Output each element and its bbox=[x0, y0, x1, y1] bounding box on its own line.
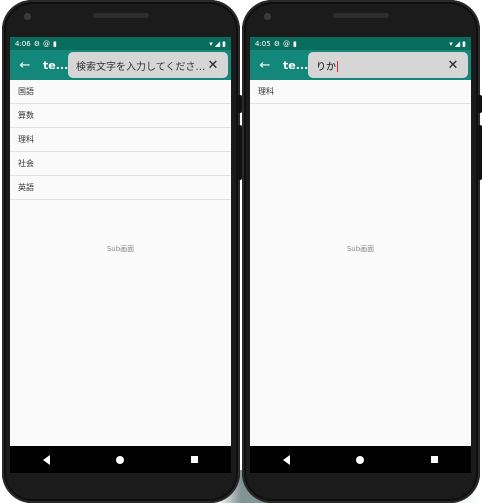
battery-icon: ▮ bbox=[222, 39, 226, 48]
nav-home-icon[interactable] bbox=[116, 455, 125, 464]
nav-bar bbox=[10, 446, 231, 473]
app-title: te... bbox=[43, 58, 69, 72]
nav-bar bbox=[250, 446, 471, 473]
sub-screen-label: Sub画面 bbox=[346, 245, 375, 253]
signal-icon: ◢ bbox=[214, 39, 221, 48]
app-title: te... bbox=[283, 58, 309, 72]
close-icon[interactable]: ✕ bbox=[446, 58, 460, 73]
gear-icon: ⚙ bbox=[273, 39, 281, 48]
text-cursor bbox=[337, 61, 338, 72]
nav-back-icon[interactable] bbox=[283, 454, 291, 465]
status-bar: 4:05 ⚙ @ ▮ ▾ ◢ ▮ bbox=[250, 37, 471, 50]
phone-left: 4:06 ⚙ @ ▮ ▾ ◢ ▮ ← te... 検索文字を入力してくださいー … bbox=[2, 0, 242, 503]
power-button bbox=[478, 95, 482, 113]
earpiece-speaker bbox=[333, 13, 389, 18]
at-icon: @ bbox=[43, 39, 51, 48]
wifi-icon: ▾ bbox=[209, 39, 213, 48]
screen: 4:05 ⚙ @ ▮ ▾ ◢ ▮ ← te... りか ✕ 理科 Sub画面 bbox=[250, 37, 471, 473]
sub-screen-label: Sub画面 bbox=[106, 245, 135, 253]
search-input[interactable]: りか ✕ bbox=[308, 52, 468, 78]
subject-list: 理科 bbox=[250, 80, 471, 104]
search-value: りか bbox=[316, 61, 336, 73]
front-camera bbox=[264, 13, 271, 20]
status-bar: 4:06 ⚙ @ ▮ ▾ ◢ ▮ bbox=[10, 37, 231, 50]
earpiece-speaker bbox=[93, 13, 149, 18]
at-icon: @ bbox=[283, 39, 291, 48]
nav-recent-icon[interactable] bbox=[430, 456, 438, 463]
volume-button bbox=[478, 125, 482, 180]
nav-back-icon[interactable] bbox=[43, 454, 51, 465]
phone-right: 4:05 ⚙ @ ▮ ▾ ◢ ▮ ← te... りか ✕ 理科 Sub画面 bbox=[242, 0, 482, 503]
list-item[interactable]: 国語 bbox=[10, 80, 231, 104]
close-icon[interactable]: ✕ bbox=[206, 58, 220, 73]
gear-icon: ⚙ bbox=[33, 39, 41, 48]
app-bar: ← te... 検索文字を入力してくださいー ✕ bbox=[10, 50, 231, 80]
wifi-icon: ▾ bbox=[449, 39, 453, 48]
list-item[interactable]: 社会 bbox=[10, 152, 231, 176]
app-bar: ← te... りか ✕ bbox=[250, 50, 471, 80]
list-item[interactable]: 理科 bbox=[10, 128, 231, 152]
arrow-left-icon[interactable]: ← bbox=[250, 50, 280, 80]
battery-icon: ▮ bbox=[462, 39, 466, 48]
front-camera bbox=[24, 13, 31, 20]
nav-recent-icon[interactable] bbox=[190, 456, 198, 463]
sd-card-icon: ▮ bbox=[293, 39, 297, 48]
nav-home-icon[interactable] bbox=[356, 455, 365, 464]
search-input[interactable]: 検索文字を入力してくださいー ✕ bbox=[68, 52, 228, 78]
list-item[interactable]: 理科 bbox=[250, 80, 471, 104]
signal-icon: ◢ bbox=[454, 39, 461, 48]
search-placeholder: 検索文字を入力してくださいー bbox=[76, 61, 206, 73]
status-time: 4:05 bbox=[255, 39, 271, 48]
status-time: 4:06 bbox=[15, 39, 31, 48]
arrow-left-icon[interactable]: ← bbox=[10, 50, 40, 80]
sd-card-icon: ▮ bbox=[53, 39, 57, 48]
list-item[interactable]: 算数 bbox=[10, 104, 231, 128]
list-item[interactable]: 英語 bbox=[10, 176, 231, 200]
subject-list: 国語 算数 理科 社会 英語 bbox=[10, 80, 231, 200]
screen: 4:06 ⚙ @ ▮ ▾ ◢ ▮ ← te... 検索文字を入力してくださいー … bbox=[10, 37, 231, 473]
